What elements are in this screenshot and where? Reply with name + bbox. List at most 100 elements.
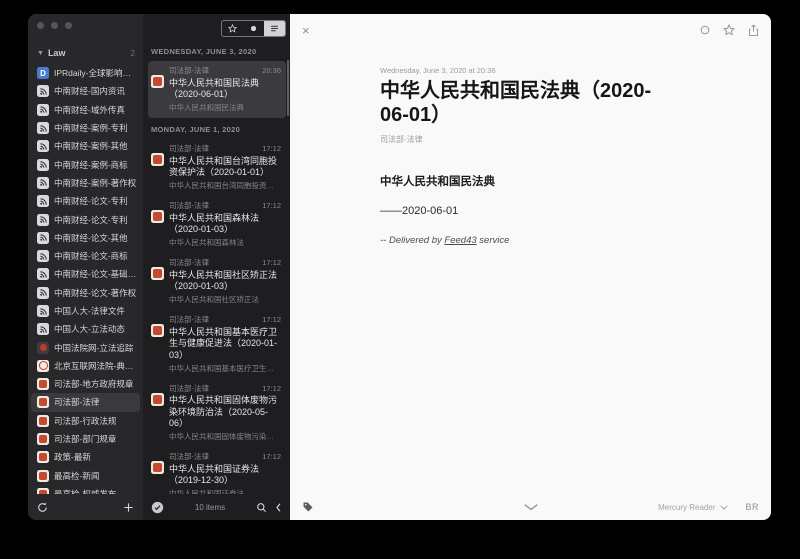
add-icon[interactable] — [123, 502, 134, 513]
star-icon — [228, 24, 237, 33]
refresh-icon[interactable] — [37, 502, 48, 513]
mark-all-read-icon[interactable] — [151, 501, 164, 514]
window-controls — [28, 14, 143, 40]
article-time: 17:12 — [262, 144, 281, 153]
group-label: Law — [48, 48, 127, 58]
article-list-item[interactable]: 司法部-法律17:12中华人民共和国森林法（2020-01-03）中华人民共和国… — [148, 196, 286, 253]
article-time: 17:12 — [262, 315, 281, 324]
feed-list: DIPRdaily-全球影响力的...中南财经-国内资讯中南财经-域外传真中南财… — [28, 62, 143, 494]
rss-icon — [37, 250, 49, 262]
sidebar-item-label: 中南财经-论文-著作权 — [54, 287, 136, 299]
article-list-item[interactable]: 司法部-法律17:12中华人民共和国基本医疗卫生与健康促进法（2020-01-0… — [148, 310, 286, 379]
sidebar-item[interactable]: DIPRdaily-全球影响力的... — [28, 64, 143, 82]
sidebar-toolbar — [28, 494, 143, 520]
court-feed-icon — [37, 342, 49, 354]
sidebar-item[interactable]: 中南财经-论文-商标 — [28, 247, 143, 265]
sidebar-item-label: 中国人大-立法动态 — [54, 323, 125, 335]
reeder-window: ▼ Law 2 DIPRdaily-全球影响力的...中南财经-国内资讯中南财经… — [28, 14, 771, 520]
article-title: 中华人民共和国民法典（2020-06-01） — [169, 78, 281, 101]
sidebar-item[interactable]: 司法部-法律 — [31, 393, 140, 411]
sidebar-item[interactable]: 司法部-地方政府规章 — [28, 375, 143, 393]
rss-icon — [37, 159, 49, 171]
article-list-column: WEDNESDAY, JUNE 3, 2020司法部-法律20:36中华人民共和… — [143, 14, 290, 520]
share-icon[interactable] — [748, 24, 759, 37]
sidebar-item-label: 中南财经-论文-专利 — [54, 195, 128, 207]
sidebar-item-label: 司法部-部门规章 — [54, 433, 116, 445]
list-scrollbar[interactable] — [287, 60, 289, 116]
zoom-window-button[interactable] — [65, 22, 72, 29]
article-body-footer: -- Delivered by Feed43 service — [380, 235, 665, 246]
rss-icon — [37, 268, 49, 280]
sidebar-item[interactable]: 中南财经-论文-其他 — [28, 229, 143, 247]
sidebar-group-law[interactable]: ▼ Law 2 — [28, 40, 143, 62]
mark-unread-circle-icon[interactable] — [700, 25, 710, 35]
article-list-item[interactable]: 司法部-法律17:12中华人民共和国证券法（2019-12-30）中华人民共和国… — [148, 447, 286, 494]
reading-pane: × Wednesday, June 3, 2020 at 20:36 中华人 — [290, 14, 771, 520]
sidebar-item[interactable]: 北京互联网法院-典型案例 — [28, 357, 143, 375]
items-count-status: 10 items — [172, 503, 248, 512]
star-icon[interactable] — [723, 24, 735, 36]
sidebar-item[interactable]: 中国人大-法律文件 — [28, 302, 143, 320]
filter-unread-button[interactable] — [243, 21, 264, 36]
emblem-feed-icon — [151, 267, 164, 280]
emblem-feed-icon — [151, 210, 164, 223]
article-summary: 中华人民共和国基本医疗卫生与健康促... — [169, 363, 281, 374]
sidebar-item[interactable]: 中南财经-案例-专利 — [28, 119, 143, 137]
chevron-left-icon[interactable] — [275, 503, 282, 512]
dot-icon — [250, 25, 257, 32]
sidebar-item[interactable]: 中南财经-案例-商标 — [28, 155, 143, 173]
sidebar-item[interactable]: 中南财经-案例-著作权 — [28, 174, 143, 192]
article-feed-name: 司法部-法律 — [169, 257, 209, 268]
filter-starred-button[interactable] — [222, 21, 243, 36]
list-lines-icon — [270, 24, 279, 33]
sidebar-item[interactable]: 中南财经-论文-著作权 — [28, 284, 143, 302]
sidebar-item[interactable]: 政策-最新 — [28, 448, 143, 466]
list-toolbar: 10 items — [143, 494, 290, 520]
minimize-window-button[interactable] — [51, 22, 58, 29]
close-article-button[interactable]: × — [302, 24, 310, 37]
search-icon[interactable] — [256, 502, 267, 513]
sidebar-item-label: 司法部-法律 — [54, 396, 99, 408]
sidebar-item-label: 中南财经-案例-专利 — [54, 122, 128, 134]
sidebar-item[interactable]: 中国人大-立法动态 — [28, 320, 143, 338]
emblem-feed-icon — [37, 415, 49, 427]
rss-icon — [37, 177, 49, 189]
tag-icon[interactable] — [302, 501, 314, 513]
sidebar-item[interactable]: 中南财经-国内资讯 — [28, 82, 143, 100]
emblem-feed-icon — [151, 393, 164, 406]
sidebar-item[interactable]: 中南财经-论文-基础理论 — [28, 265, 143, 283]
article-list-item[interactable]: 司法部-法律17:12中华人民共和国台湾同胞投资保护法（2020-01-01）中… — [148, 139, 286, 196]
article-list-item[interactable]: 司法部-法律20:36中华人民共和国民法典（2020-06-01）中华人民共和国… — [148, 61, 286, 118]
emblem-feed-icon — [151, 324, 164, 337]
sidebar-item[interactable]: 最高检-新闻 — [28, 467, 143, 485]
article-title: 中华人民共和国固体废物污染环境防治法（2020-05-06） — [169, 395, 281, 430]
sidebar-item[interactable]: 中南财经-域外传真 — [28, 101, 143, 119]
article-list-item[interactable]: 司法部-法律17:12中华人民共和国固体废物污染环境防治法（2020-05-06… — [148, 379, 286, 448]
filter-all-button[interactable] — [264, 21, 285, 36]
article-list: WEDNESDAY, JUNE 3, 2020司法部-法律20:36中华人民共和… — [143, 40, 290, 494]
sidebar-item[interactable]: 中国法院网-立法追踪 — [28, 338, 143, 356]
article-summary: 中华人民共和国森林法 — [169, 237, 281, 248]
sidebar-item[interactable]: 中南财经-论文-专利 — [28, 192, 143, 210]
sidebar-item[interactable]: 司法部-行政法规 — [28, 412, 143, 430]
emblem-feed-icon — [37, 378, 49, 390]
sidebar-item[interactable]: 最高检-权威发布 — [28, 485, 143, 494]
sidebar-item[interactable]: 中南财经-案例-其他 — [28, 137, 143, 155]
reader-mode-select[interactable]: Mercury Reader — [658, 503, 715, 512]
chevron-down-icon[interactable] — [523, 503, 539, 511]
sidebar-item[interactable]: 司法部-部门规章 — [28, 430, 143, 448]
emblem-feed-icon — [37, 451, 49, 463]
article-time: 17:12 — [262, 384, 281, 393]
article-feed-name: 司法部-法律 — [169, 65, 209, 76]
rss-icon — [37, 122, 49, 134]
article-feed-name: 司法部-法律 — [169, 314, 209, 325]
bionic-reading-toggle[interactable]: BR — [745, 502, 759, 512]
article-list-item[interactable]: 司法部-法律17:12中华人民共和国社区矫正法（2020-01-03）中华人民共… — [148, 253, 286, 310]
footer-text: -- Delivered by — [380, 235, 444, 246]
close-window-button[interactable] — [37, 22, 44, 29]
sidebar-item[interactable]: 中南财经-论文-专利 — [28, 210, 143, 228]
article-title: 中华人民共和国民法典（2020-06-01） — [380, 79, 665, 127]
rss-icon — [37, 85, 49, 97]
feed43-link[interactable]: Feed43 — [444, 235, 476, 246]
date-group-header: MONDAY, JUNE 1, 2020 — [151, 125, 284, 134]
